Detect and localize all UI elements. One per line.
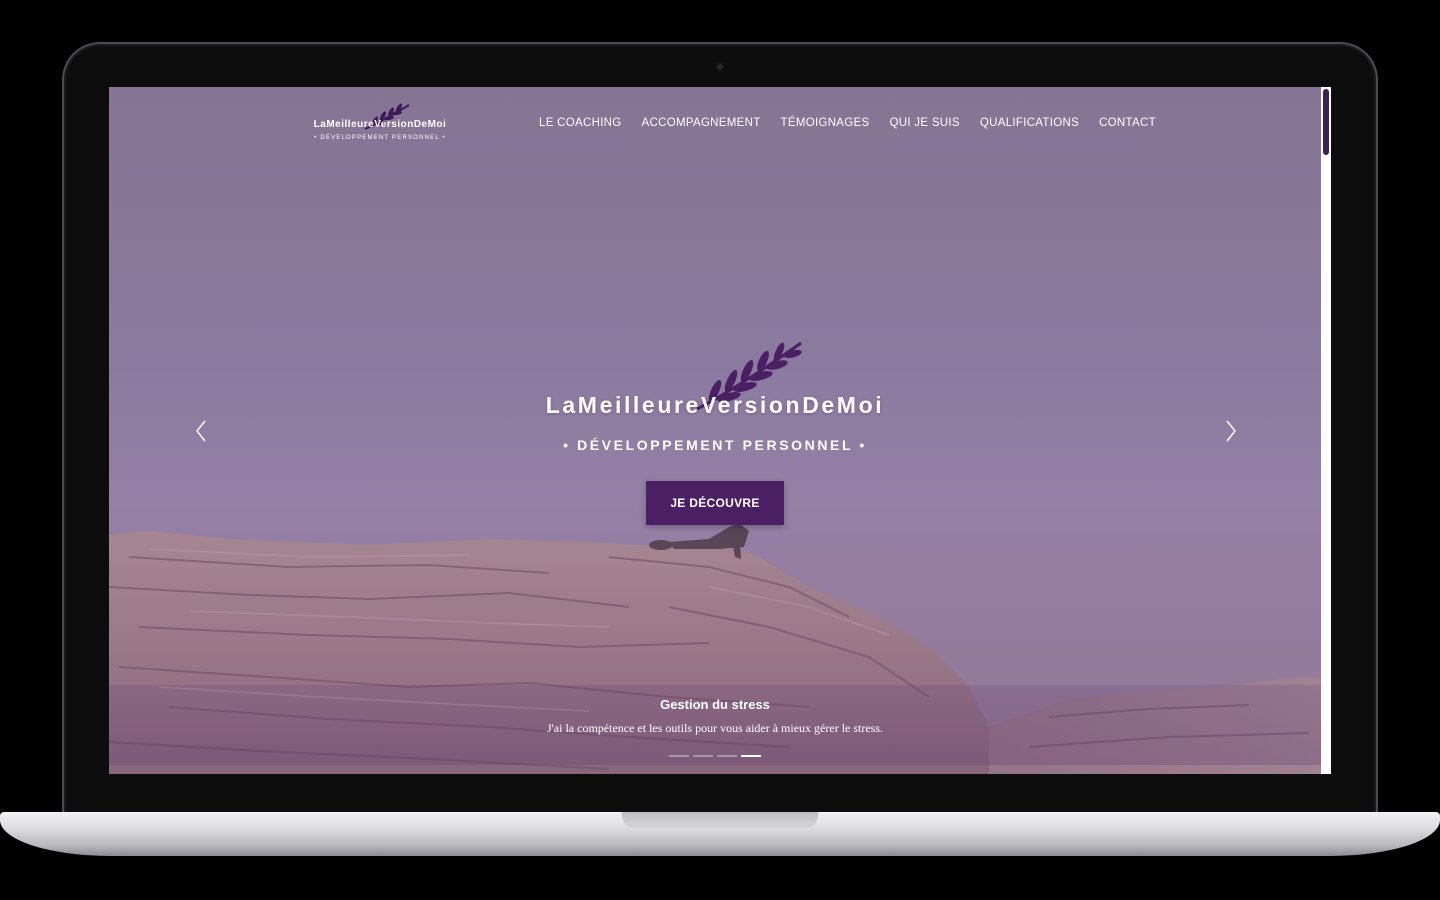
camera-icon (715, 62, 725, 72)
nav-item-contact[interactable]: CONTACT (1099, 117, 1156, 133)
slide-caption-text: J'ai la compétence et les outils pour vo… (546, 721, 884, 735)
nav-item-qualifications[interactable]: QUALIFICATIONS (980, 117, 1079, 133)
nav-item-qui-je-suis[interactable]: QUI JE SUIS (889, 117, 959, 133)
nav-item-accompagnement[interactable]: ACCOMPAGNEMENT (642, 117, 761, 133)
hero-overlay (109, 87, 1321, 774)
slide-caption-title: Gestion du stress (660, 697, 770, 712)
hero-subtitle: • DÉVELOPPEMENT PERSONNEL • (563, 437, 867, 453)
main-nav: LE COACHING ACCOMPAGNEMENT TÉMOIGNAGES Q… (539, 117, 1176, 133)
nav-item-coaching[interactable]: LE COACHING (539, 117, 622, 133)
scrollbar[interactable] (1321, 87, 1331, 774)
nav-item-temoignages[interactable]: TÉMOIGNAGES (781, 117, 870, 133)
site-logo[interactable]: LaMeilleureVersionDeMoi • DÉVELOPPEMENT … (305, 103, 465, 151)
discover-button[interactable]: JE DÉCOUVRE (646, 481, 784, 525)
slider-indicators (669, 755, 761, 757)
chevron-left-icon[interactable] (191, 417, 211, 445)
logo-text: LaMeilleureVersionDeMoi (313, 119, 447, 130)
slider-dot[interactable] (693, 755, 713, 757)
browser-viewport: LaMeilleureVersionDeMoi • DÉVELOPPEMENT … (109, 87, 1331, 774)
slider-dot[interactable] (741, 755, 761, 757)
laptop-frame: LaMeilleureVersionDeMoi • DÉVELOPPEMENT … (0, 0, 1440, 900)
logo-tagline: • DÉVELOPPEMENT PERSONNEL • (314, 135, 446, 141)
chevron-right-icon[interactable] (1221, 417, 1241, 445)
slider-dot[interactable] (669, 755, 689, 757)
scrollbar-thumb[interactable] (1323, 89, 1329, 155)
slider-dot[interactable] (717, 755, 737, 757)
hero-title: LaMeilleureVersionDeMoi (545, 392, 885, 418)
laptop-notch (622, 812, 818, 829)
